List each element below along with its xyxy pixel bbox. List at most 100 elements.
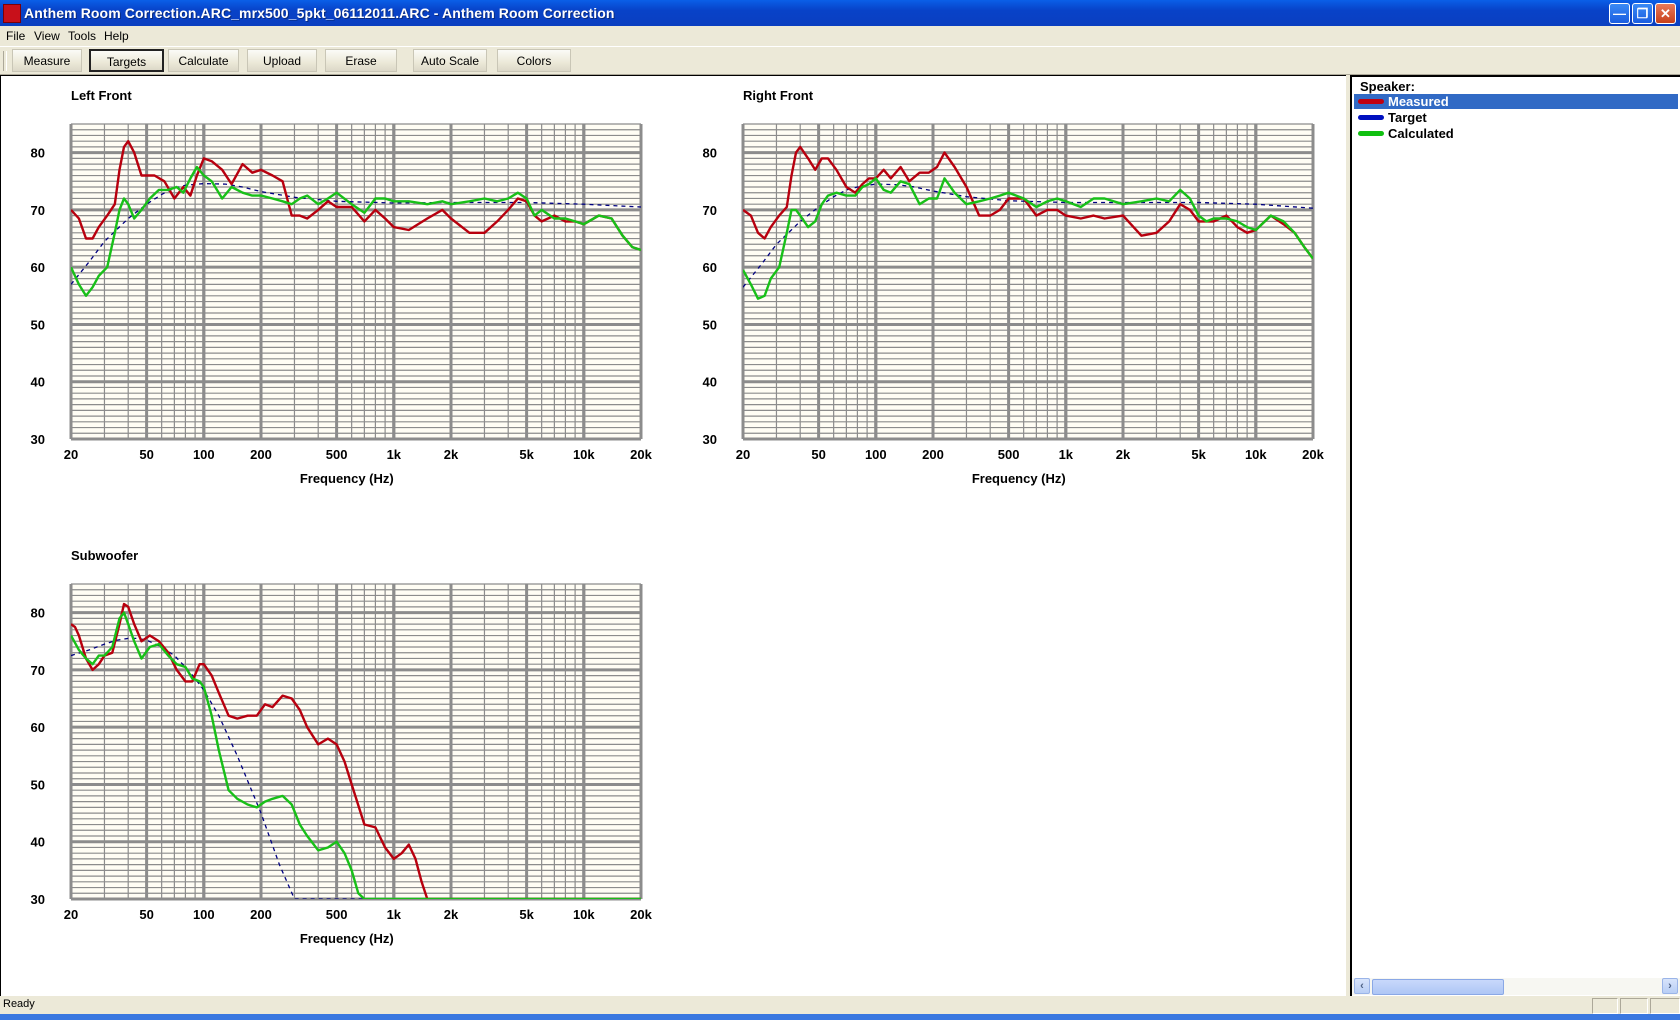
status-pane xyxy=(1592,998,1618,1014)
calculated-swatch-icon xyxy=(1358,131,1384,136)
x-axis-label: Frequency (Hz) xyxy=(972,471,1066,486)
x-tick-label: 20k xyxy=(630,447,652,462)
x-axis-label: Frequency (Hz) xyxy=(300,471,394,486)
y-tick-label: 60 xyxy=(31,720,45,735)
x-tick-label: 2k xyxy=(1116,447,1131,462)
targets-button[interactable]: Targets xyxy=(89,49,164,72)
x-tick-label: 100 xyxy=(193,447,215,462)
y-tick-label: 40 xyxy=(703,375,717,390)
y-tick-label: 80 xyxy=(703,146,717,161)
x-tick-label: 20 xyxy=(736,447,750,462)
y-tick-label: 70 xyxy=(703,203,717,218)
status-pane xyxy=(1620,998,1648,1014)
x-tick-label: 10k xyxy=(573,907,595,922)
menu-help[interactable]: Help xyxy=(104,29,129,43)
status-bar: Ready xyxy=(0,996,1680,1014)
plot-background xyxy=(71,584,641,899)
x-tick-label: 100 xyxy=(193,907,215,922)
calculate-button[interactable]: Calculate xyxy=(168,49,239,72)
x-axis-label: Frequency (Hz) xyxy=(300,931,394,946)
legend-label: Target xyxy=(1388,110,1427,125)
app-icon xyxy=(3,4,21,23)
scroll-right-icon[interactable]: › xyxy=(1662,978,1678,994)
x-tick-label: 20k xyxy=(630,907,652,922)
close-button[interactable]: ✕ xyxy=(1655,3,1676,24)
chart-title: Right Front xyxy=(743,88,814,103)
y-tick-label: 60 xyxy=(31,260,45,275)
menu-bar: File View Tools Help xyxy=(0,26,1680,47)
x-tick-label: 50 xyxy=(139,907,153,922)
restore-icon: ❐ xyxy=(1636,6,1649,21)
menu-view[interactable]: View xyxy=(34,29,60,43)
plot-background xyxy=(743,124,1313,439)
minimize-button[interactable]: — xyxy=(1609,3,1630,24)
charts-canvas: Left Front 30 40 50 60 70 80 20 50 100 200 500 1k 2k 5… xyxy=(31,88,1325,946)
upload-button[interactable]: Upload xyxy=(247,49,317,72)
legend-title: Speaker: xyxy=(1360,79,1415,94)
toolbar-grip[interactable] xyxy=(3,51,7,71)
x-tick-label: 50 xyxy=(811,447,825,462)
y-tick-label: 40 xyxy=(31,835,45,850)
measure-button[interactable]: Measure xyxy=(12,49,82,72)
chart-subwoofer: Subwoofer 30 40 50 60 70 80 20 50 100 200 500 1k 2k 5k… xyxy=(31,548,653,946)
x-tick-label: 50 xyxy=(139,447,153,462)
title-bar: Anthem Room Correction.ARC_mrx500_5pkt_0… xyxy=(0,0,1680,26)
x-tick-label: 20 xyxy=(64,447,78,462)
chart-title: Left Front xyxy=(71,88,132,103)
x-tick-label: 1k xyxy=(387,447,402,462)
status-pane xyxy=(1650,998,1680,1014)
speaker-legend-panel: Speaker: Measured Target Calculated xyxy=(1352,75,1680,996)
x-tick-label: 5k xyxy=(519,447,534,462)
chart-area: Left Front 30 40 50 60 70 80 20 50 100 200 500 1k 2k 5… xyxy=(0,75,1346,996)
erase-button[interactable]: Erase xyxy=(325,49,397,72)
x-tick-label: 500 xyxy=(326,907,348,922)
x-tick-label: 10k xyxy=(1245,447,1267,462)
toolbar: Measure Targets Calculate Upload Erase A… xyxy=(0,47,1680,75)
target-swatch-icon xyxy=(1358,115,1384,120)
legend-item-measured[interactable]: Measured xyxy=(1354,94,1678,109)
restore-button[interactable]: ❐ xyxy=(1632,3,1653,24)
x-tick-label: 100 xyxy=(865,447,887,462)
x-tick-label: 500 xyxy=(998,447,1020,462)
x-tick-label: 200 xyxy=(250,447,272,462)
x-tick-label: 200 xyxy=(922,447,944,462)
legend-item-calculated[interactable]: Calculated xyxy=(1354,126,1678,141)
y-tick-label: 50 xyxy=(31,777,45,792)
menu-file[interactable]: File xyxy=(6,29,25,43)
x-tick-label: 5k xyxy=(1191,447,1206,462)
y-tick-label: 30 xyxy=(31,432,45,447)
scroll-left-icon[interactable]: ‹ xyxy=(1354,978,1370,994)
legend-horizontal-scrollbar[interactable]: ‹ › xyxy=(1352,978,1680,995)
y-tick-label: 50 xyxy=(31,317,45,332)
y-tick-label: 80 xyxy=(31,606,45,621)
chart-title: Subwoofer xyxy=(71,548,138,563)
legend-item-target[interactable]: Target xyxy=(1354,110,1678,125)
y-tick-label: 30 xyxy=(703,432,717,447)
chart-right-front: Right Front 30 40 50 60 70 80 20 50 100 200 500 1k 2k… xyxy=(703,88,1325,486)
x-tick-label: 10k xyxy=(573,447,595,462)
chart-left-front: Left Front 30 40 50 60 70 80 20 50 100 200 500 1k 2k 5… xyxy=(31,88,653,486)
y-tick-label: 70 xyxy=(31,663,45,678)
x-tick-label: 20 xyxy=(64,907,78,922)
scrollbar-thumb[interactable] xyxy=(1372,979,1504,995)
x-tick-label: 1k xyxy=(1059,447,1074,462)
y-tick-label: 30 xyxy=(31,892,45,907)
menu-tools[interactable]: Tools xyxy=(68,29,96,43)
y-tick-label: 70 xyxy=(31,203,45,218)
close-icon: ✕ xyxy=(1660,6,1671,21)
taskbar-edge xyxy=(0,1014,1680,1020)
y-tick-label: 60 xyxy=(703,260,717,275)
colors-button[interactable]: Colors xyxy=(497,49,571,72)
x-tick-label: 1k xyxy=(387,907,402,922)
auto-scale-button[interactable]: Auto Scale xyxy=(413,49,487,72)
y-tick-label: 40 xyxy=(31,375,45,390)
plot-background xyxy=(71,124,641,439)
x-tick-label: 5k xyxy=(519,907,534,922)
x-tick-label: 2k xyxy=(444,907,459,922)
legend-label: Measured xyxy=(1388,94,1449,109)
x-tick-label: 20k xyxy=(1302,447,1324,462)
status-text: Ready xyxy=(3,998,35,1010)
measured-swatch-icon xyxy=(1358,99,1384,104)
x-tick-label: 500 xyxy=(326,447,348,462)
x-tick-label: 2k xyxy=(444,447,459,462)
